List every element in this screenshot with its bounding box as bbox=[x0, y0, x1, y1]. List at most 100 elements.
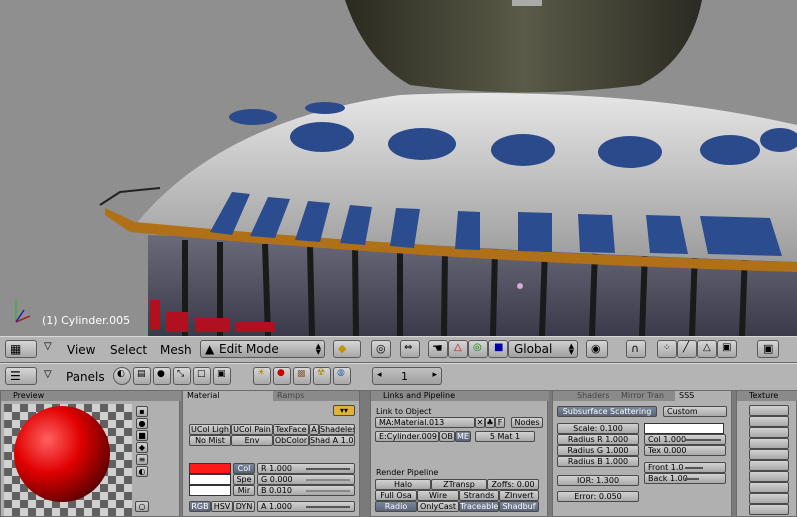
sss-preset-select[interactable]: Custom bbox=[663, 406, 727, 417]
radio-button[interactable]: Radio bbox=[375, 501, 417, 512]
wire-button[interactable]: Wire bbox=[417, 490, 459, 501]
mesh-name-field[interactable]: E:Cylinder.009 bbox=[375, 431, 439, 442]
collapse-menu-icon[interactable]: ▽ bbox=[44, 369, 52, 380]
radius-b-field[interactable]: Radius B 1.000 bbox=[557, 456, 639, 467]
tab-ramps[interactable]: Ramps bbox=[273, 391, 359, 401]
edge-select-button[interactable]: ╱ bbox=[677, 340, 697, 358]
editor-type-button[interactable]: ☰ bbox=[5, 367, 37, 385]
vertex-select-button[interactable]: ⁘ bbox=[657, 340, 677, 358]
alpha-slider[interactable]: A 1.000 bbox=[257, 501, 355, 512]
proportional-edit-button[interactable]: ◉ bbox=[586, 340, 608, 358]
blue-slider[interactable]: B 0.010 bbox=[257, 485, 355, 496]
texture-channel-10[interactable] bbox=[749, 504, 789, 515]
texture-channel-4[interactable] bbox=[749, 438, 789, 449]
mir-tab[interactable]: Mir bbox=[233, 485, 255, 496]
tab-mirror-transp[interactable]: Mirror Tran bbox=[617, 391, 675, 401]
hsv-mode-button[interactable]: HSV bbox=[211, 501, 233, 512]
material-name-field[interactable]: MA:Material.013 bbox=[375, 417, 475, 428]
shadeless-button[interactable]: Shadeles bbox=[319, 424, 355, 435]
texture-channel-8[interactable] bbox=[749, 482, 789, 493]
red-slider[interactable]: R 1.000 bbox=[257, 463, 355, 474]
3d-viewport[interactable]: (1) Cylinder.005 bbox=[0, 0, 797, 336]
mode-select[interactable]: ▲ Edit Mode ▲ ▼ bbox=[200, 340, 325, 358]
sss-toggle[interactable]: Subsurface Scattering bbox=[557, 406, 657, 417]
texture-channel-9[interactable] bbox=[749, 493, 789, 504]
texture-channel-6[interactable] bbox=[749, 460, 789, 471]
frame-field[interactable]: ◂ 1 ▸ bbox=[372, 367, 442, 385]
dyn-mode-button[interactable]: DYN bbox=[233, 501, 255, 512]
radius-g-field[interactable]: Radius G 1.000 bbox=[557, 445, 639, 456]
manipulator-toggle[interactable]: ☚ bbox=[428, 340, 448, 358]
nodes-button[interactable]: Nodes bbox=[511, 417, 543, 428]
logic-context-button[interactable]: ◐ bbox=[113, 367, 131, 385]
rgb-mode-button[interactable]: RGB bbox=[189, 501, 211, 512]
zoffs-field[interactable]: Zoffs: 0.00 bbox=[487, 479, 539, 490]
occlude-button[interactable]: ▣ bbox=[717, 340, 737, 358]
texture-channel-5[interactable] bbox=[749, 449, 789, 460]
scale-field[interactable]: Scale: 0.100 bbox=[557, 423, 639, 434]
panels-menu[interactable]: Panels bbox=[66, 370, 105, 384]
panel-menu-button[interactable]: ▾▾ bbox=[333, 405, 355, 416]
spe-tab[interactable]: Spe bbox=[233, 474, 255, 485]
shadbuf-button[interactable]: Shadbuf bbox=[499, 501, 539, 512]
render-button[interactable]: ▣ bbox=[757, 340, 779, 358]
front-slider[interactable]: Front 1.0 bbox=[644, 462, 726, 473]
scene-context-button[interactable]: ▣ bbox=[213, 367, 231, 385]
radiosity-button[interactable]: ☢ bbox=[313, 367, 331, 385]
f-button[interactable]: F bbox=[495, 417, 505, 428]
tex-blend-slider[interactable]: Tex 0.000 bbox=[644, 445, 726, 456]
preview-sphere-button[interactable]: ● bbox=[136, 418, 148, 429]
tab-sss[interactable]: SSS bbox=[675, 391, 731, 401]
menu-mesh[interactable]: Mesh bbox=[160, 343, 192, 357]
no-mist-button[interactable]: No Mist bbox=[189, 435, 231, 446]
unlink-button[interactable]: ✕ bbox=[475, 417, 485, 428]
editor-type-button[interactable]: ▦ bbox=[5, 340, 37, 358]
rotate-manip[interactable]: ◎ bbox=[468, 340, 488, 358]
align-button[interactable]: ⇔ bbox=[400, 340, 420, 358]
error-field[interactable]: Error: 0.050 bbox=[557, 491, 639, 502]
preview-refresh-button[interactable]: ○ bbox=[135, 501, 149, 512]
traceable-button[interactable]: Traceable bbox=[459, 501, 499, 512]
scale-manip[interactable]: ■ bbox=[488, 340, 508, 358]
shading-context-button[interactable]: ● bbox=[153, 367, 171, 385]
face-select-button[interactable]: △ bbox=[697, 340, 717, 358]
texture-button[interactable]: ▩ bbox=[293, 367, 311, 385]
mirror-swatch[interactable] bbox=[189, 485, 231, 496]
texture-channel-1[interactable] bbox=[749, 405, 789, 416]
editing-context-button[interactable]: □ bbox=[193, 367, 211, 385]
spec-swatch[interactable] bbox=[189, 474, 231, 485]
shadow-alpha-field[interactable]: Shad A 1.00 bbox=[309, 435, 355, 446]
preview-cube-button[interactable]: ■ bbox=[136, 430, 148, 441]
green-slider[interactable]: G 0.000 bbox=[257, 474, 355, 485]
col-blend-slider[interactable]: Col 1.000 bbox=[644, 434, 726, 445]
strands-button[interactable]: Strands bbox=[459, 490, 499, 501]
preview-plane-button[interactable]: ▪ bbox=[136, 406, 148, 417]
snap-button[interactable]: ∩ bbox=[626, 340, 646, 358]
me-button[interactable]: ME bbox=[455, 431, 471, 442]
draw-type-button[interactable]: ◆ bbox=[333, 340, 361, 358]
col-swatch[interactable] bbox=[189, 463, 231, 474]
zinvert-button[interactable]: ZInvert bbox=[499, 490, 539, 501]
full-osa-button[interactable]: Full Osa bbox=[375, 490, 417, 501]
alpha-toggle[interactable]: A bbox=[309, 424, 319, 435]
preview-monkey-button[interactable]: ◆ bbox=[136, 442, 148, 453]
obcolor-button[interactable]: ObColor bbox=[273, 435, 309, 446]
ior-field[interactable]: IOR: 1.300 bbox=[557, 475, 639, 486]
translate-manip[interactable]: △ bbox=[448, 340, 468, 358]
lamp-button[interactable]: ☀ bbox=[253, 367, 271, 385]
ztransp-button[interactable]: ZTransp bbox=[431, 479, 487, 490]
pivot-button[interactable]: ◎ bbox=[371, 340, 391, 358]
object-context-button[interactable]: ⤡ bbox=[173, 367, 191, 385]
preview-sky-button[interactable]: ◐ bbox=[136, 466, 148, 477]
ucol-paint-button[interactable]: UCol Pain bbox=[231, 424, 273, 435]
collapse-menu-icon[interactable]: ▽ bbox=[44, 341, 52, 352]
halo-button[interactable]: Halo bbox=[375, 479, 431, 490]
texface-button[interactable]: TexFace bbox=[273, 424, 309, 435]
radius-r-field[interactable]: Radius R 1.000 bbox=[557, 434, 639, 445]
material-button[interactable]: ● bbox=[273, 367, 291, 385]
orientation-select[interactable]: Global ▲ ▼ bbox=[508, 340, 578, 358]
menu-view[interactable]: View bbox=[67, 343, 95, 357]
texture-channel-7[interactable] bbox=[749, 471, 789, 482]
fake-user-icon[interactable]: ♣ bbox=[485, 417, 495, 428]
world-button[interactable]: ◍ bbox=[333, 367, 351, 385]
